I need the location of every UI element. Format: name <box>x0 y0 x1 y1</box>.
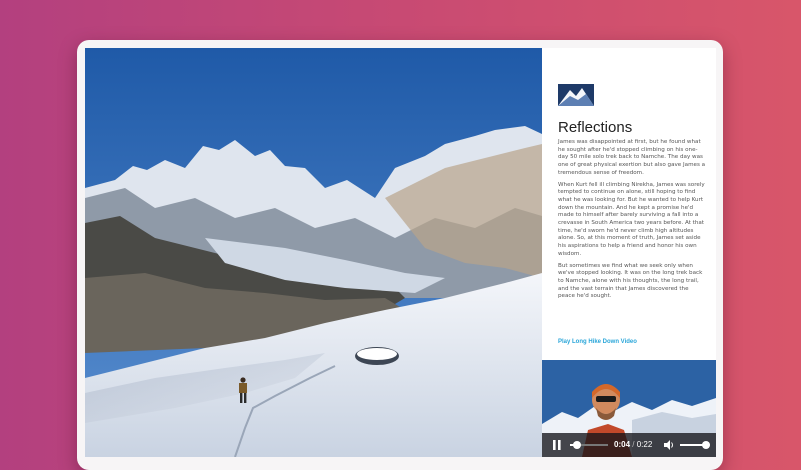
volume-handle[interactable] <box>701 441 710 449</box>
time-display: 0:04 / 0:22 <box>614 440 652 449</box>
progress-handle[interactable] <box>572 441 581 449</box>
mountain-logo-icon <box>558 84 594 106</box>
article-paragraph: But sometimes we find what we seek only … <box>558 262 703 300</box>
volume-icon[interactable] <box>663 439 675 451</box>
article-paragraph: James was disappointed at first, but he … <box>558 139 706 176</box>
hero-mountain-photo <box>85 48 542 457</box>
volume-slider[interactable] <box>680 441 710 449</box>
video-player[interactable]: 0:04 / 0:22 <box>542 360 716 457</box>
play-video-link[interactable]: Play Long Hike Down Video <box>558 339 637 345</box>
video-controls: 0:04 / 0:22 <box>542 433 716 457</box>
progress-track[interactable] <box>570 441 608 449</box>
article-paragraph: When Kurt fell ill climbing Nirekha, Jam… <box>558 181 705 257</box>
duration: 0:22 <box>636 440 653 449</box>
article-title: Reflections <box>558 119 633 136</box>
article-panel: Reflections James was disappointed at fi… <box>542 48 716 457</box>
time-separator: / <box>632 440 635 449</box>
pause-icon[interactable] <box>552 439 562 451</box>
article-body: James was disappointed at first, but he … <box>558 139 706 305</box>
current-time: 0:04 <box>614 440 631 449</box>
